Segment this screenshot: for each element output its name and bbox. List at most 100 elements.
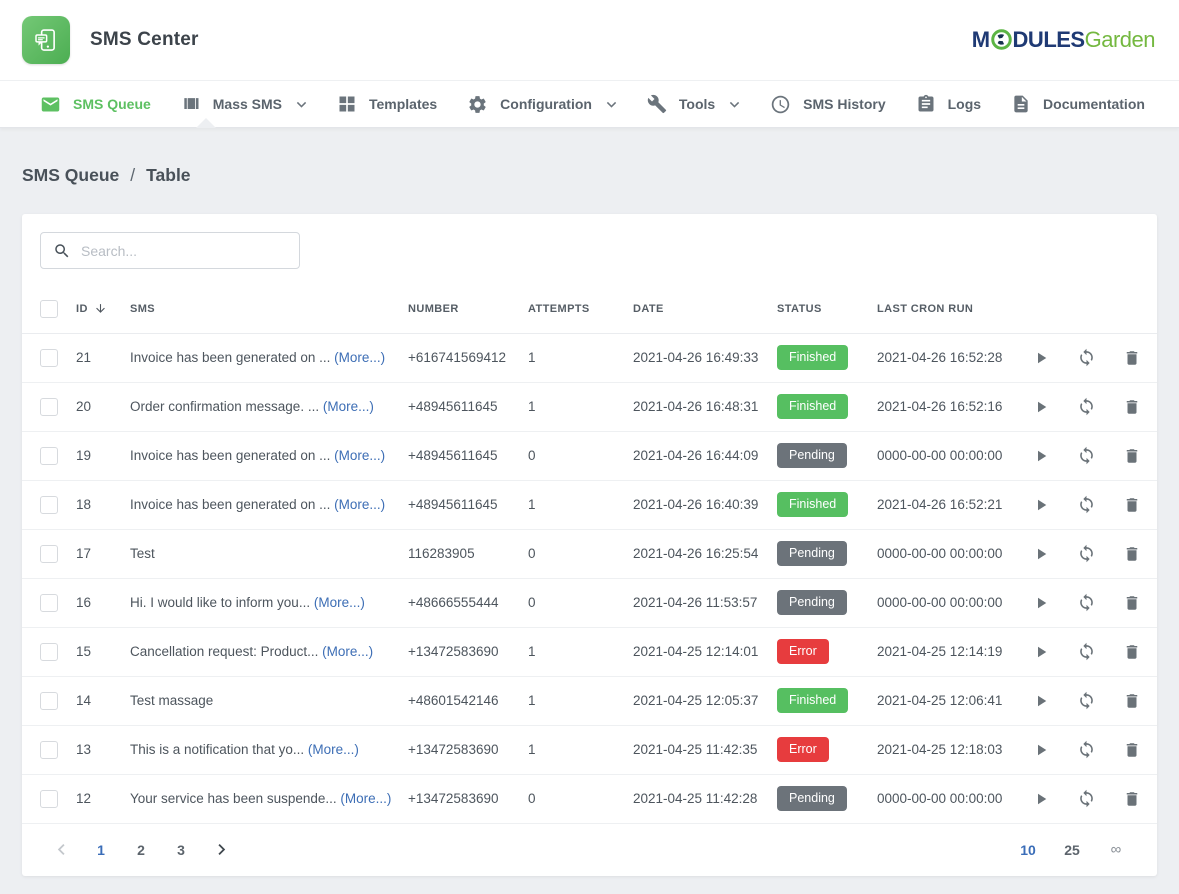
delete-button[interactable]: [1123, 496, 1141, 514]
run-button[interactable]: [1032, 692, 1050, 710]
row-checkbox[interactable]: [40, 398, 58, 416]
delete-button[interactable]: [1123, 643, 1141, 661]
resend-button[interactable]: [1077, 446, 1096, 465]
row-attempts: 0: [528, 546, 536, 561]
run-button[interactable]: [1032, 594, 1050, 612]
status-badge: Finished: [777, 492, 848, 517]
nav-item-sms-history[interactable]: SMS History: [770, 94, 885, 115]
run-button[interactable]: [1032, 349, 1050, 367]
resend-button[interactable]: [1077, 691, 1096, 710]
resend-button[interactable]: [1077, 642, 1096, 661]
sync-icon: [1077, 446, 1096, 465]
status-badge: Finished: [777, 345, 848, 370]
search-input[interactable]: [81, 243, 289, 259]
more-link[interactable]: (More...): [340, 791, 391, 806]
search-icon: [53, 242, 71, 260]
more-link[interactable]: (More...): [334, 497, 385, 512]
delete-button[interactable]: [1123, 741, 1141, 759]
row-checkbox[interactable]: [40, 349, 58, 367]
run-button[interactable]: [1032, 496, 1050, 514]
row-id: 21: [76, 350, 91, 365]
row-number: +48601542146: [408, 693, 498, 708]
page-title: SMS Center: [90, 29, 199, 51]
search-box: [40, 232, 300, 269]
more-link[interactable]: (More...): [334, 448, 385, 463]
page-size-25[interactable]: 25: [1061, 842, 1083, 858]
row-attempts: 0: [528, 595, 536, 610]
app-header: SMS Center M DULESGarden: [0, 0, 1179, 80]
run-button[interactable]: [1032, 447, 1050, 465]
sync-icon: [1077, 397, 1096, 416]
resend-button[interactable]: [1077, 397, 1096, 416]
row-last-cron-run: 2021-04-26 16:52:28: [877, 350, 1002, 365]
row-checkbox[interactable]: [40, 741, 58, 759]
run-button[interactable]: [1032, 643, 1050, 661]
status-badge: Pending: [777, 443, 847, 468]
chevron-left-icon: [55, 843, 68, 856]
row-checkbox[interactable]: [40, 496, 58, 514]
run-button[interactable]: [1032, 398, 1050, 416]
resend-button[interactable]: [1077, 495, 1096, 514]
page-number[interactable]: 1: [90, 842, 112, 858]
row-checkbox[interactable]: [40, 790, 58, 808]
nav-item-sms-queue[interactable]: SMS Queue: [40, 94, 151, 115]
play-icon: [1032, 496, 1050, 514]
sort-desc-icon: [94, 302, 107, 315]
nav-item-configuration[interactable]: Configuration: [467, 94, 617, 115]
logo-text-m: M: [972, 29, 990, 51]
prev-page-button[interactable]: [50, 843, 72, 856]
row-checkbox[interactable]: [40, 594, 58, 612]
resend-button[interactable]: [1077, 348, 1096, 367]
trash-icon: [1123, 496, 1141, 514]
resend-button[interactable]: [1077, 740, 1096, 759]
resend-button[interactable]: [1077, 544, 1096, 563]
nav-item-tools[interactable]: Tools: [647, 94, 740, 114]
row-checkbox[interactable]: [40, 447, 58, 465]
row-last-cron-run: 0000-00-00 00:00:00: [877, 791, 1002, 806]
run-button[interactable]: [1032, 741, 1050, 759]
more-link[interactable]: (More...): [323, 399, 374, 414]
play-icon: [1032, 692, 1050, 710]
globe-icon: [991, 29, 1012, 54]
nav-item-mass-sms[interactable]: Mass SMS: [181, 94, 307, 114]
run-button[interactable]: [1032, 545, 1050, 563]
column-header-id[interactable]: ID: [76, 285, 130, 333]
more-link[interactable]: (More...): [308, 742, 359, 757]
row-checkbox[interactable]: [40, 545, 58, 563]
delete-button[interactable]: [1123, 692, 1141, 710]
delete-button[interactable]: [1123, 545, 1141, 563]
grid-icon: [337, 94, 357, 114]
page-number[interactable]: 2: [130, 842, 152, 858]
delete-button[interactable]: [1123, 349, 1141, 367]
resend-button[interactable]: [1077, 789, 1096, 808]
envelope-icon: [40, 94, 61, 115]
table-row: 14 Test massage +48601542146 1 2021-04-2…: [22, 676, 1157, 725]
row-date: 2021-04-26 11:53:57: [633, 595, 757, 610]
nav-item-logs[interactable]: Logs: [916, 94, 981, 114]
more-link[interactable]: (More...): [334, 350, 385, 365]
nav-item-templates[interactable]: Templates: [337, 94, 437, 114]
next-page-button[interactable]: [210, 843, 232, 856]
clipboard-icon: [916, 94, 936, 114]
nav-item-documentation[interactable]: Documentation: [1011, 94, 1145, 114]
delete-button[interactable]: [1123, 398, 1141, 416]
resend-button[interactable]: [1077, 593, 1096, 612]
row-checkbox[interactable]: [40, 643, 58, 661]
more-link[interactable]: (More...): [322, 644, 373, 659]
select-all-checkbox[interactable]: [40, 300, 58, 318]
breadcrumb-sms-queue[interactable]: SMS Queue: [22, 165, 119, 186]
row-checkbox[interactable]: [40, 692, 58, 710]
more-link[interactable]: (More...): [314, 595, 365, 610]
delete-button[interactable]: [1123, 594, 1141, 612]
table-row: 20 Order confirmation message. ... (More…: [22, 382, 1157, 431]
row-id: 13: [76, 742, 91, 757]
delete-button[interactable]: [1123, 790, 1141, 808]
row-date: 2021-04-26 16:40:39: [633, 497, 758, 512]
page-number[interactable]: 3: [170, 842, 192, 858]
run-button[interactable]: [1032, 790, 1050, 808]
row-attempts: 1: [528, 399, 536, 414]
page-size-all[interactable]: ∞: [1105, 841, 1127, 858]
column-header-date: DATE: [633, 285, 777, 333]
page-size-10[interactable]: 10: [1017, 842, 1039, 858]
delete-button[interactable]: [1123, 447, 1141, 465]
